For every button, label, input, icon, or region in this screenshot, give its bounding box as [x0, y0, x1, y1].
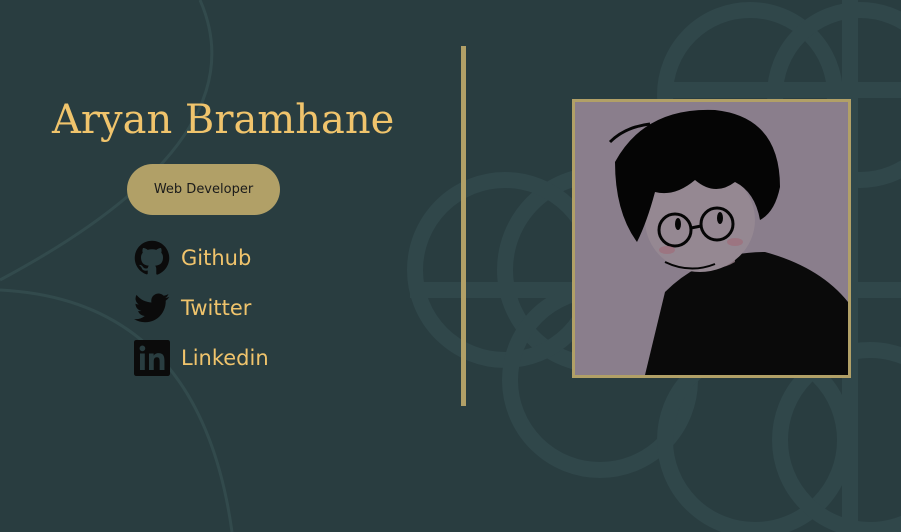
linkedin-link-label: Linkedin — [181, 346, 269, 370]
github-link[interactable]: Github — [134, 239, 251, 277]
twitter-link[interactable]: Twitter — [134, 289, 251, 327]
linkedin-icon — [134, 340, 170, 376]
role-label: Web Developer — [153, 182, 254, 197]
twitter-icon — [134, 293, 170, 323]
github-link-label: Github — [181, 246, 252, 270]
avatar-illustration — [575, 102, 848, 375]
twitter-link-label: Twitter — [181, 296, 252, 320]
avatar — [572, 99, 851, 378]
vertical-divider — [461, 46, 466, 406]
github-icon — [134, 240, 170, 275]
profile-name: Aryan Bramhane — [52, 97, 395, 143]
role-badge[interactable]: Web Developer — [127, 164, 280, 215]
linkedin-link[interactable]: Linkedin — [134, 339, 269, 377]
